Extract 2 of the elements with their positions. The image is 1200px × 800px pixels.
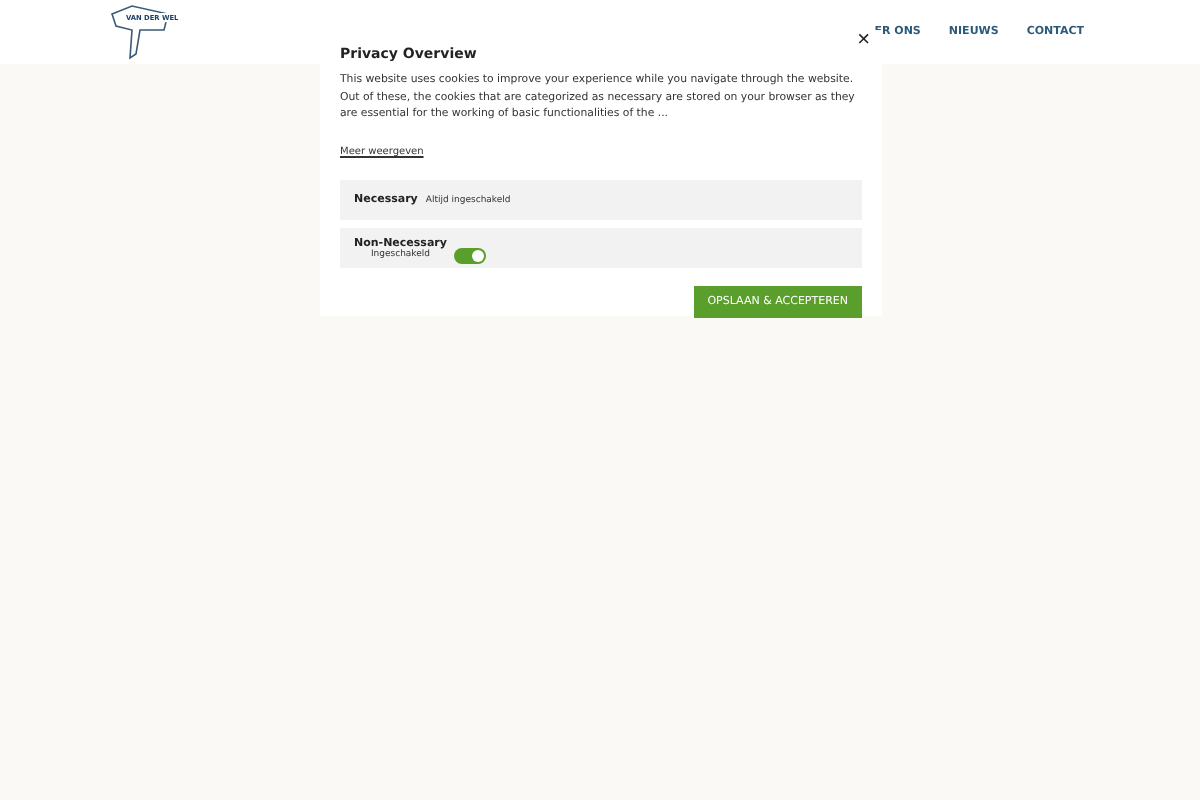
close-button[interactable]: × (857, 28, 870, 52)
toggle-switch[interactable] (454, 248, 487, 265)
